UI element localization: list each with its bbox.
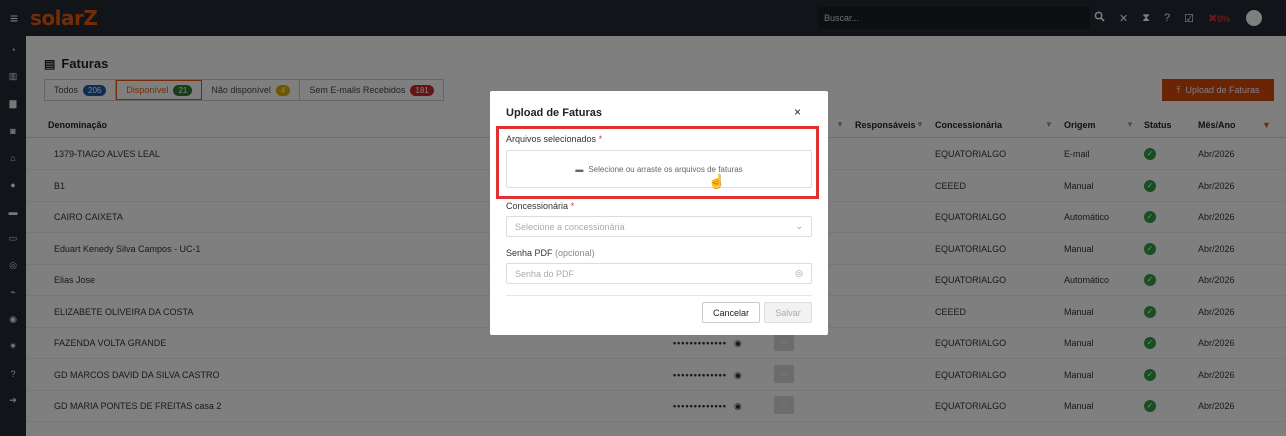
required-mark: * [570,201,575,211]
save-button[interactable]: Salvar [764,302,812,323]
divider [506,295,812,296]
concessionaria-label-text: Concessionária [506,201,569,211]
chevron-down-icon: ⌄ [795,221,803,231]
senha-input[interactable]: Senha do PDF ◎ [506,263,812,284]
senha-label-text: Senha PDF [506,248,553,258]
input-placeholder: Senha do PDF [515,269,575,279]
close-icon[interactable]: × [794,105,801,119]
upload-modal: Upload de Faturas × Arquivos selecionado… [490,91,828,335]
concessionaria-label: Concessionária * [506,201,574,211]
concessionaria-select[interactable]: Selecione a concessionária ⌄ [506,216,812,237]
eye-slash-icon[interactable]: ◎ [795,268,803,279]
optional-mark: (opcional) [555,248,595,258]
cancel-button[interactable]: Cancelar [702,302,760,323]
modal-title: Upload de Faturas [506,107,602,119]
senha-label: Senha PDF (opcional) [506,248,595,258]
highlight-box [496,126,819,199]
select-placeholder: Selecione a concessionária [515,222,625,232]
hand-cursor-icon: ☝ [708,173,726,189]
